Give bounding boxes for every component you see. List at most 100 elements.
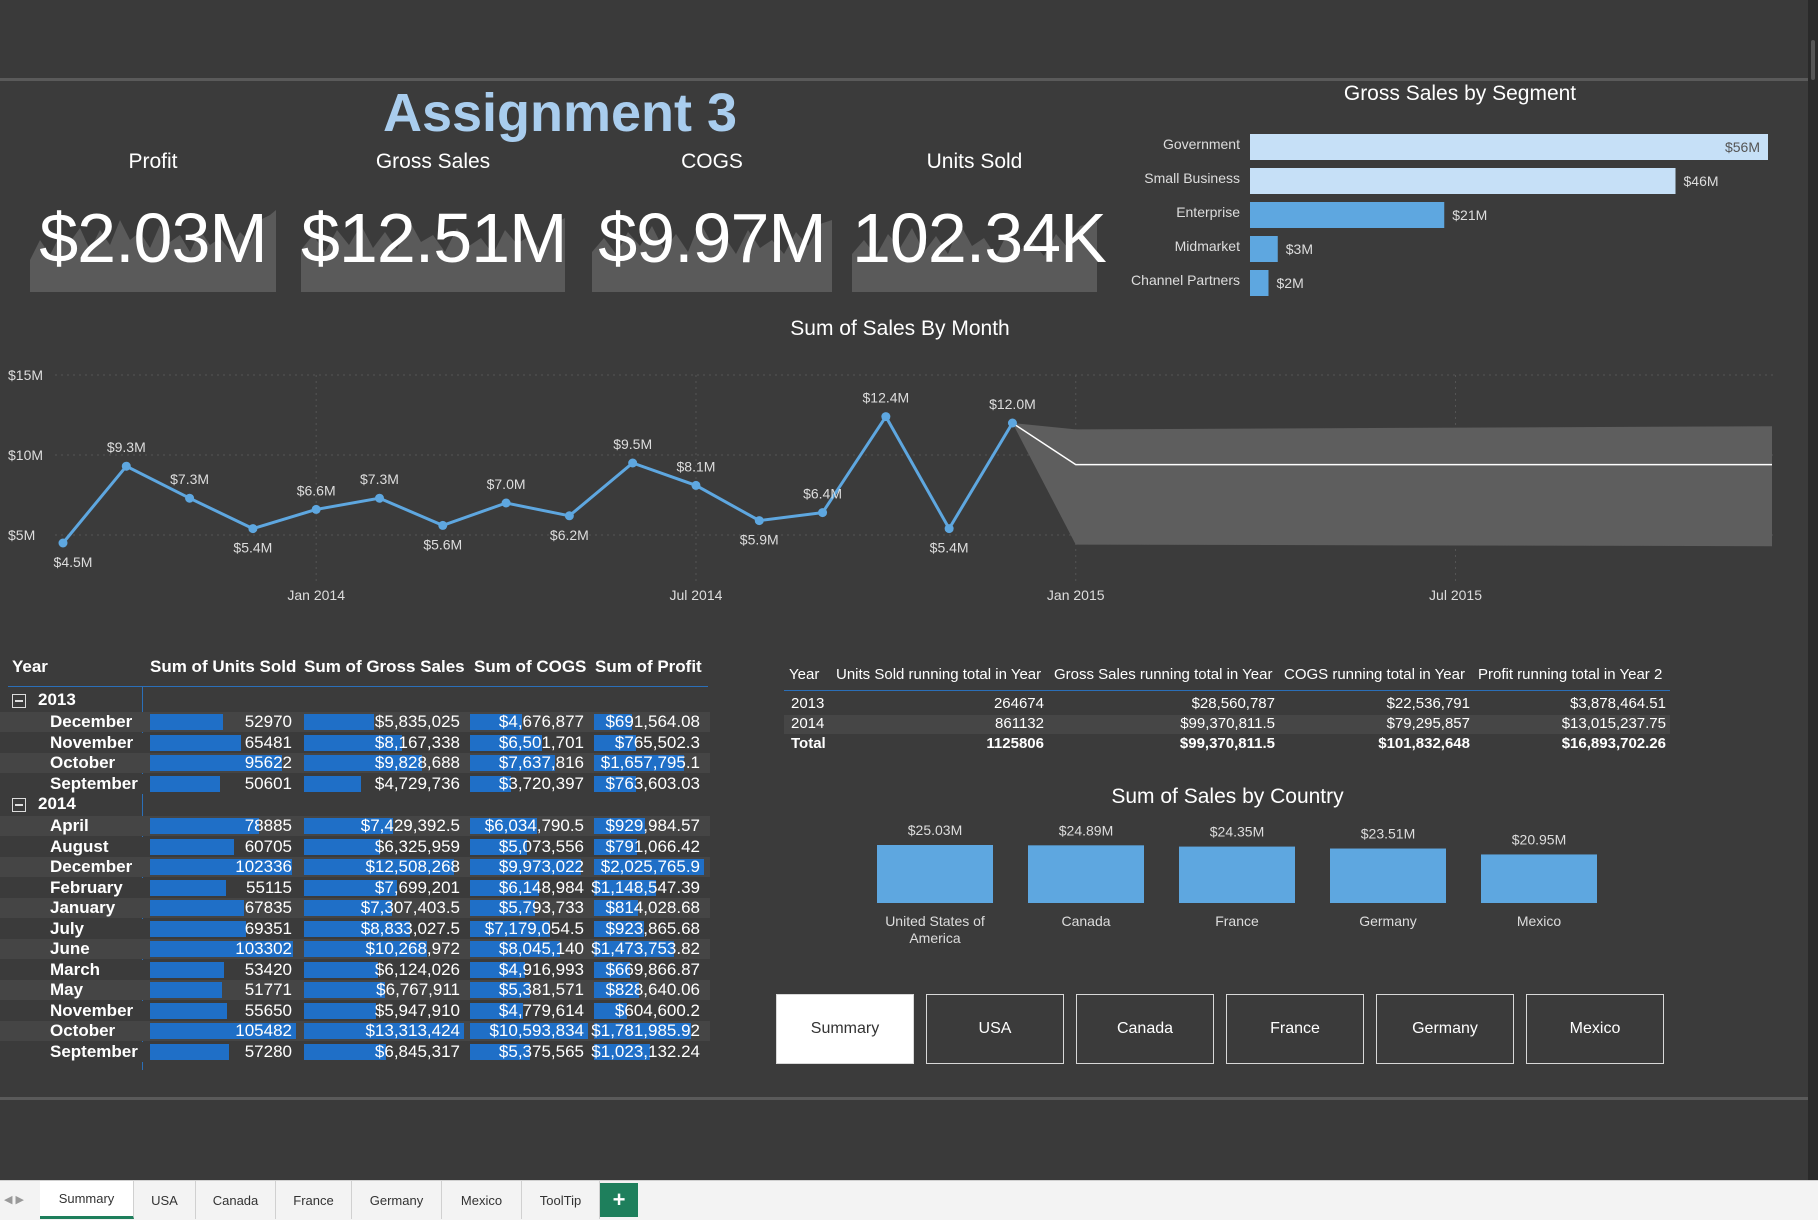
sales-matrix-table[interactable]: Year Sum of Units Sold Sum of Gross Sale… [0,650,710,1070]
matrix-row[interactable]: July 69351 $8,833,027.5 $7,179,054.5 $923,86… [0,918,710,939]
sales-point[interactable] [185,493,195,503]
rt-header-cogs[interactable]: COGS running total in Year [1284,666,1465,683]
matrix-cell[interactable]: $13,313,424 [304,1021,464,1040]
rt-value-cell[interactable]: $13,015,237.75 [1562,715,1666,732]
matrix-year-row[interactable]: 2013 [8,690,708,712]
rt-value-cell[interactable]: $22,536,791 [1387,695,1470,712]
matrix-cell[interactable]: 102336 [150,857,296,876]
matrix-row[interactable]: October 95622 $9,828,688 $7,637,816 $1,657,7… [0,753,710,773]
page-tab-tooltip[interactable]: ToolTip [522,1181,600,1219]
nav-button-germany[interactable]: Germany [1376,994,1514,1064]
kpi-gross-sales[interactable]: Gross Sales $12.51M [301,150,567,292]
sales-point[interactable] [564,511,574,521]
matrix-cell[interactable]: $923,865.68 [594,919,704,938]
matrix-cell[interactable]: 95622 [150,753,296,772]
matrix-cell[interactable]: $669,866.87 [594,960,704,979]
matrix-cell[interactable]: 53420 [150,960,296,979]
rt-value-cell[interactable]: 861132 [995,715,1044,732]
matrix-row[interactable]: November 55650 $5,947,910 $4,779,614 $604,60… [0,1000,710,1021]
rt-header-profit[interactable]: Profit running total in Year 2 [1478,666,1662,683]
kpi-profit[interactable]: Profit $2.03M [30,150,276,292]
running-total-table[interactable]: Year Units Sold running total in Year Gr… [780,660,1680,760]
sales-point[interactable] [438,520,448,530]
sales-point[interactable] [691,480,701,490]
sales-point[interactable] [501,498,511,508]
matrix-cell[interactable]: $12,508,268 [304,857,464,876]
matrix-cell[interactable]: $6,124,026 [304,960,464,979]
country-bar[interactable] [1028,845,1144,903]
page-tab-mexico[interactable]: Mexico [442,1181,522,1219]
matrix-cell[interactable]: 78885 [150,816,296,835]
scrollbar-thumb[interactable] [1811,40,1815,80]
matrix-cell[interactable]: $5,375,565 [470,1042,588,1061]
segment-bar-chart[interactable]: Government $56M Small Business $46M Enterpri… [1100,120,1800,310]
nav-button-france[interactable]: France [1226,994,1364,1064]
page-tab-germany[interactable]: Germany [352,1181,442,1219]
matrix-cell[interactable]: $1,781,985.92 [591,1021,704,1040]
matrix-cell[interactable]: $6,148,984 [470,878,588,897]
matrix-cell[interactable]: $5,835,025 [304,712,464,731]
matrix-cell[interactable]: $2,025,765.9 [594,857,704,876]
matrix-cell[interactable]: $765,502.3 [594,733,704,752]
matrix-cell[interactable]: 105482 [150,1021,296,1040]
matrix-row[interactable]: March 53420 $6,124,026 $4,916,993 $669,866.8… [0,959,710,980]
matrix-cell[interactable]: 65481 [150,733,296,752]
rt-value-cell[interactable]: $3,878,464.51 [1570,695,1666,712]
matrix-year-row[interactable]: 2014 [8,794,708,816]
matrix-cell[interactable]: $5,793,733 [470,898,588,917]
matrix-cell[interactable]: $4,916,993 [470,960,588,979]
matrix-cell[interactable]: $1,473,753.82 [591,939,704,958]
sales-point[interactable] [58,538,68,548]
matrix-cell[interactable]: $6,501,701 [470,733,588,752]
rt-value-cell[interactable]: $101,832,648 [1378,735,1470,752]
matrix-cell[interactable]: 67835 [150,898,296,917]
matrix-cell[interactable]: $6,845,317 [304,1042,464,1061]
matrix-cell[interactable]: $3,720,397 [470,774,588,793]
rt-value-cell[interactable]: $28,560,787 [1192,695,1275,712]
matrix-cell[interactable]: $10,268,972 [304,939,464,958]
rt-year-cell[interactable]: 2014 [791,715,824,732]
page-tab-summary[interactable]: Summary [40,1181,134,1219]
rt-header-units[interactable]: Units Sold running total in Year [836,666,1041,683]
matrix-cell[interactable]: $4,779,614 [470,1001,588,1020]
rt-value-cell[interactable]: 1125806 [986,735,1044,752]
matrix-cell[interactable]: $5,947,910 [304,1001,464,1020]
sales-point[interactable] [1007,418,1017,428]
nav-button-canada[interactable]: Canada [1076,994,1214,1064]
rt-value-cell[interactable]: 264674 [994,695,1044,712]
matrix-row[interactable]: January 67835 $7,307,403.5 $5,793,733 $814,0… [0,898,710,918]
country-bar[interactable] [1179,846,1295,903]
segment-bar[interactable] [1250,168,1676,194]
matrix-cell[interactable]: 103302 [150,939,296,958]
matrix-cell[interactable]: $8,833,027.5 [304,919,464,938]
matrix-cell[interactable]: $763,603.03 [594,774,704,793]
rt-year-cell[interactable]: Total [791,735,826,752]
sales-point[interactable] [248,524,258,534]
matrix-cell[interactable]: $10,593,834 [470,1021,588,1040]
matrix-header-year[interactable]: Year [12,657,48,677]
add-page-button[interactable]: + [600,1183,638,1217]
matrix-row[interactable]: December 102336 $12,508,268 $9,973,022 $2,02… [0,857,710,877]
matrix-cell[interactable]: $828,640.06 [594,980,704,999]
country-bar[interactable] [1481,854,1597,903]
matrix-cell[interactable]: $604,600.2 [594,1001,704,1020]
matrix-row[interactable]: December 52970 $5,835,025 $4,676,877 $691,56… [0,712,710,732]
matrix-cell[interactable]: $814,028.68 [594,898,704,917]
matrix-cell[interactable]: 55115 [150,878,296,897]
matrix-cell[interactable]: $7,179,054.5 [470,919,588,938]
matrix-row[interactable]: November 65481 $8,167,338 $6,501,701 $765,50… [0,732,710,753]
matrix-cell[interactable]: $1,023,132.24 [591,1042,704,1061]
matrix-cell[interactable]: $1,657,795.1 [594,753,704,772]
matrix-cell[interactable]: $4,676,877 [470,712,588,731]
matrix-cell[interactable]: 51771 [150,980,296,999]
matrix-row[interactable]: August 60705 $6,325,959 $5,073,556 $791,066.… [0,836,710,857]
matrix-cell[interactable]: $8,045,140 [470,939,588,958]
rt-value-cell[interactable]: $79,295,857 [1387,715,1470,732]
rt-header-year[interactable]: Year [789,666,819,683]
rt-value-cell[interactable]: $99,370,811.5 [1180,715,1275,732]
matrix-header-profit[interactable]: Sum of Profit [595,657,702,677]
matrix-cell[interactable]: 50601 [150,774,296,793]
sales-point[interactable] [374,493,384,503]
matrix-cell[interactable]: $6,767,911 [304,980,464,999]
matrix-header-gross[interactable]: Sum of Gross Sales [304,657,465,677]
